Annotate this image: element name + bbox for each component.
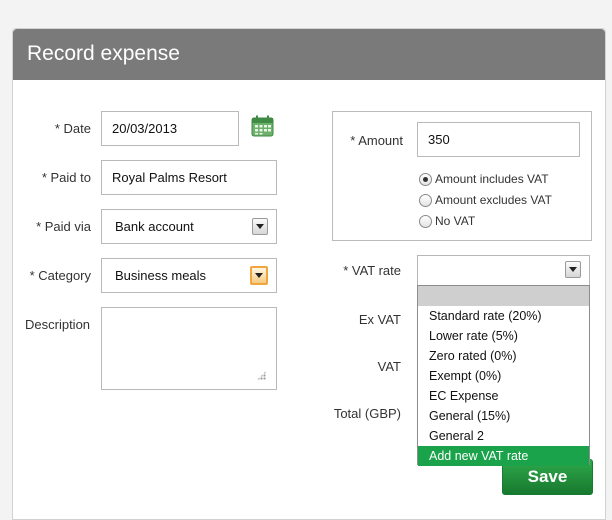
category-label: * Category — [29, 268, 91, 283]
description-textarea[interactable] — [101, 307, 277, 390]
vat-rate-select[interactable] — [417, 255, 590, 286]
resize-grip-icon[interactable] — [257, 371, 266, 380]
paid-to-input[interactable]: Royal Palms Resort — [101, 160, 277, 195]
description-label: Description — [25, 317, 91, 332]
total-label: Total (GBP) — [333, 406, 401, 421]
radio-button[interactable] — [419, 194, 432, 207]
paid-via-value: Bank account — [115, 219, 194, 234]
chevron-down-icon[interactable] — [250, 266, 268, 285]
category-select[interactable]: Business meals — [101, 258, 277, 293]
category-value: Business meals — [115, 268, 207, 283]
vat-option-general-2[interactable]: General 2 — [418, 426, 589, 446]
amount-panel: * Amount 350 Amount includes VAT Amount … — [332, 111, 592, 241]
date-input[interactable]: 20/03/2013 — [101, 111, 239, 146]
paid-via-label: * Paid via — [36, 219, 91, 234]
chevron-down-icon[interactable] — [252, 218, 268, 235]
card-header: Record expense — [13, 29, 605, 80]
radio-button[interactable] — [419, 173, 432, 186]
chevron-down-icon[interactable] — [565, 261, 581, 278]
vat-option-exempt[interactable]: Exempt (0%) — [418, 366, 589, 386]
amount-input[interactable]: 350 — [417, 122, 580, 157]
vat-option-add-new[interactable]: Add new VAT rate — [418, 446, 589, 466]
vat-rate-dropdown-list: Standard rate (20%) Lower rate (5%) Zero… — [417, 285, 590, 466]
vat-option-ec-expense[interactable]: EC Expense — [418, 386, 589, 406]
vat-option-zero-rated[interactable]: Zero rated (0%) — [418, 346, 589, 366]
vat-label: VAT — [377, 359, 401, 374]
vat-option-blank[interactable] — [418, 286, 589, 306]
record-expense-card: Record expense * Date 20/03/2013 * Paid … — [12, 28, 606, 520]
ex-vat-label: Ex VAT — [358, 312, 401, 327]
paid-via-select[interactable]: Bank account — [101, 209, 277, 244]
date-label: * Date — [54, 121, 91, 136]
calendar-icon[interactable] — [251, 115, 274, 137]
page-title: Record expense — [27, 42, 180, 65]
vat-option-standard-rate[interactable]: Standard rate (20%) — [418, 306, 589, 326]
radio-button[interactable] — [419, 215, 432, 228]
amount-label: * Amount — [350, 133, 403, 148]
vat-option-lower-rate[interactable]: Lower rate (5%) — [418, 326, 589, 346]
paid-to-label: * Paid to — [41, 170, 91, 185]
vat-option-general-15[interactable]: General (15%) — [418, 406, 589, 426]
vat-rate-label: * VAT rate — [343, 263, 401, 278]
